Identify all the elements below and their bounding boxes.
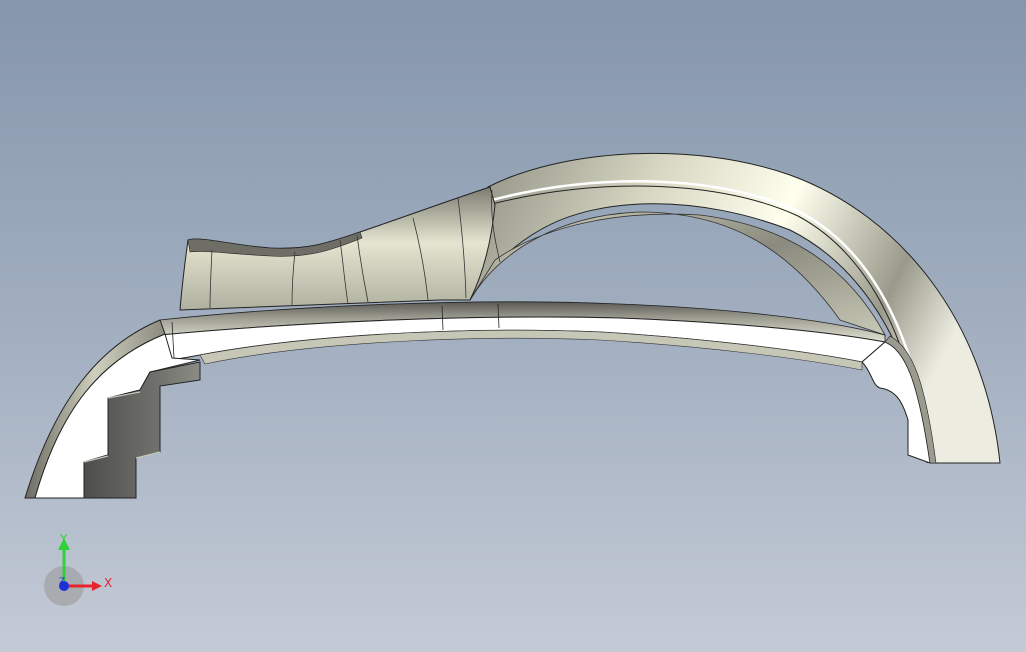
coordinate-triad[interactable]: Y X Z: [40, 528, 130, 608]
x-axis-arrow-icon: [92, 581, 102, 591]
cad-viewport[interactable]: Y X Z: [0, 0, 1026, 652]
z-axis-label: Z: [59, 577, 65, 587]
x-axis-label: X: [104, 576, 112, 590]
y-axis-label: Y: [59, 532, 68, 546]
wheel-section-model[interactable]: [0, 0, 1026, 652]
